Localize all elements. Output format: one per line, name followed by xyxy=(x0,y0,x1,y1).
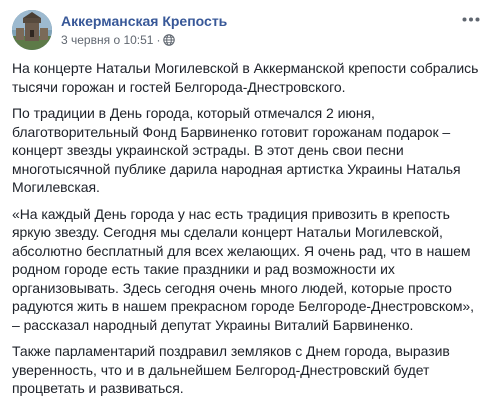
post-paragraph: Также парламентарий поздравил земляков с… xyxy=(12,343,450,396)
fortress-photo-icon xyxy=(12,10,52,50)
post-subline: 3 червня о 10:51 · xyxy=(61,32,227,48)
globe-icon[interactable] xyxy=(163,34,176,46)
page-name-link[interactable]: Аккерманская Крепость xyxy=(61,12,227,30)
post-header: Аккерманская Крепость 3 червня о 10:51 · xyxy=(12,8,483,52)
facebook-post: Аккерманская Крепость 3 червня о 10:51 · xyxy=(0,0,495,403)
separator-dot: · xyxy=(156,33,161,47)
page-avatar[interactable] xyxy=(12,10,52,50)
post-timestamp[interactable]: 3 червня о 10:51 xyxy=(61,32,153,48)
post-paragraph: «На каждый День города у нас есть традиц… xyxy=(12,205,474,333)
post-text: На концерте Натальи Могилевской в Аккерм… xyxy=(12,59,483,398)
post-paragraph: На концерте Натальи Могилевской в Аккерм… xyxy=(12,60,479,95)
post-paragraph: По традиции в День города, который отмеч… xyxy=(12,105,461,195)
more-options-icon xyxy=(462,17,480,21)
more-options-button[interactable] xyxy=(461,12,481,26)
post-meta: Аккерманская Крепость 3 червня о 10:51 · xyxy=(61,12,227,48)
